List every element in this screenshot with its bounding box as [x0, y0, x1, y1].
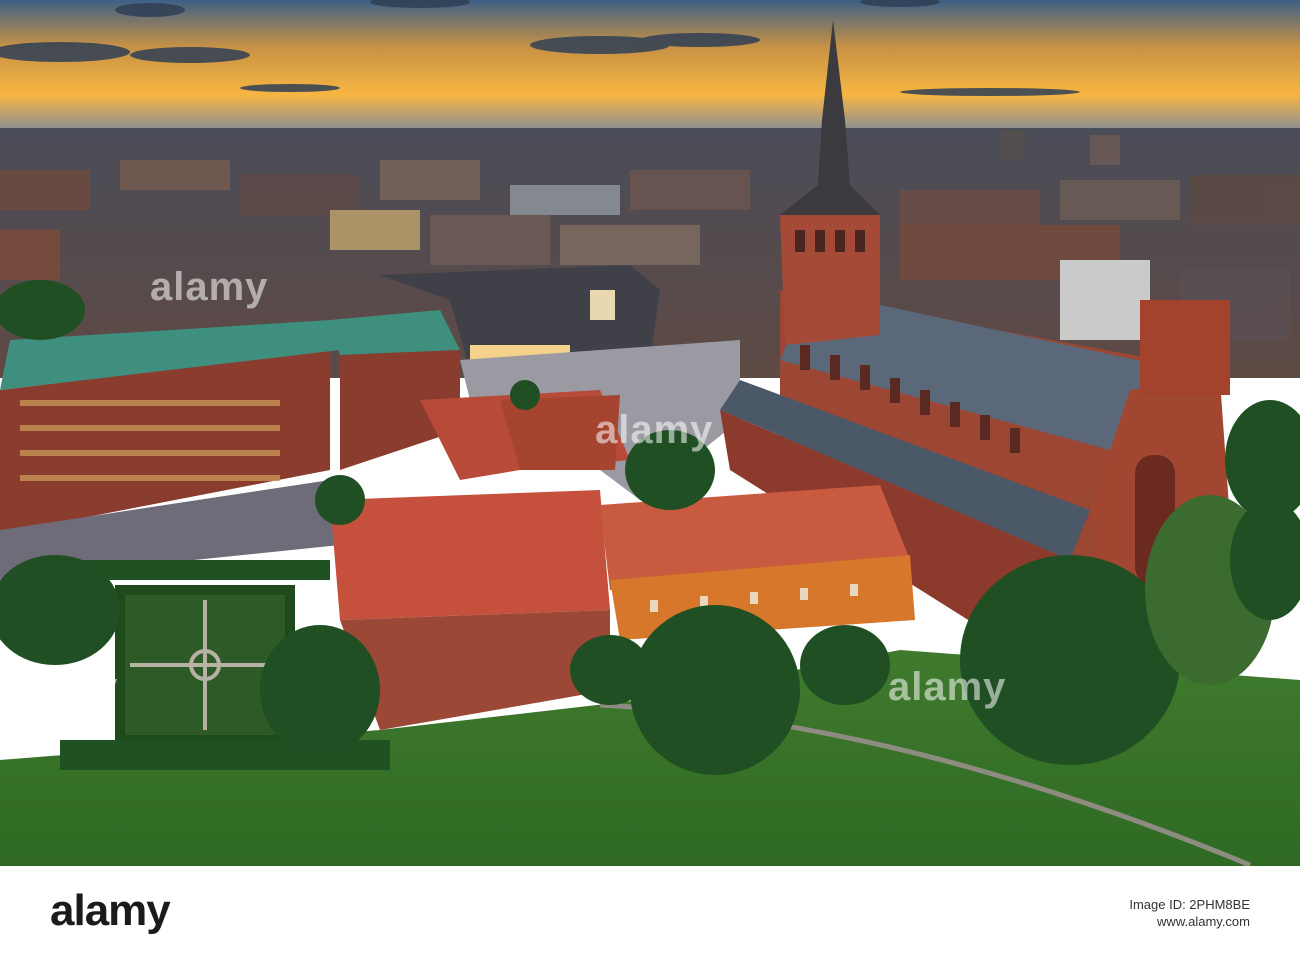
footer-bar: alamy Image ID: 2PHM8BE www.alamy.com [0, 866, 1300, 956]
watermark-top: alamy [150, 265, 269, 309]
watermark-right: alamy [888, 665, 1007, 709]
alamy-logo[interactable]: alamy [50, 886, 171, 936]
sky [0, 0, 1300, 135]
aerial-photo: alamy alamy alamy alamy [0, 0, 1300, 866]
watermark-middle: alamy [595, 408, 714, 452]
image-id: Image ID: 2PHM8BE [1129, 897, 1250, 912]
site-url[interactable]: www.alamy.com [1129, 913, 1250, 930]
image-id-block: Image ID: 2PHM8BE www.alamy.com [1129, 896, 1250, 930]
red-roof-hall [330, 490, 610, 620]
watermark-left: alamy [0, 665, 119, 709]
